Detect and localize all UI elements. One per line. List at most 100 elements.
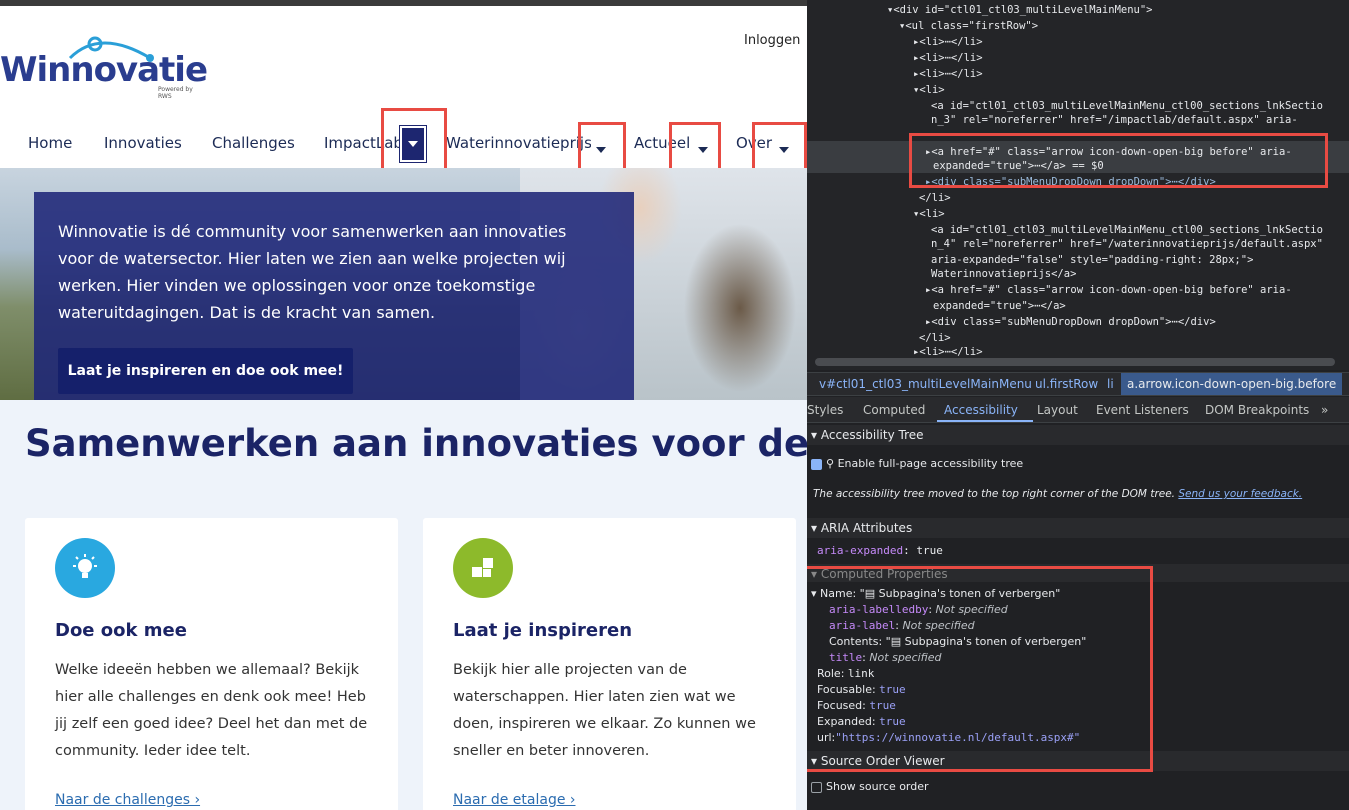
dom-line[interactable]: ▾<ul class="firstRow"> <box>899 18 1038 34</box>
dom-line[interactable]: n_3" rel="noreferrer" href="/impactlab/d… <box>931 112 1298 128</box>
dom-line[interactable]: ▸<div class="subMenuDropDown dropDown">⋯… <box>925 314 1216 330</box>
devtools-panel: ▾<div id="ctl01_ctl03_multiLevelMainMenu… <box>807 0 1349 810</box>
dom-line[interactable]: expanded="true">⋯</a> <box>933 298 1066 314</box>
nav-waterinnovatieprijs[interactable]: Waterinnovatieprijs <box>446 134 592 152</box>
dom-line[interactable]: ▸<div class="subMenuDropDown dropDown">⋯… <box>925 174 1216 190</box>
breadcrumb-div[interactable]: v#ctl01_ctl03_multiLevelMainMenu <box>819 377 1032 391</box>
dom-line[interactable]: Waterinnovatieprijs</a> <box>931 266 1076 282</box>
nav-actueel[interactable]: Actueel <box>634 134 690 152</box>
logo-wordmark: Winnovatie <box>0 50 208 90</box>
login-link[interactable]: Inloggen <box>744 33 800 48</box>
nav-innovaties[interactable]: Innovaties <box>104 134 182 152</box>
more-tabs-button[interactable]: » <box>1321 403 1328 417</box>
section-accessibility-tree[interactable]: ▾ Accessibility Tree <box>807 425 1349 445</box>
nav-over[interactable]: Over <box>736 134 772 152</box>
feedback-link[interactable]: Send us your feedback. <box>1178 488 1302 500</box>
hero-cta-button[interactable]: Laat je inspireren en doe ook mee! <box>58 348 353 394</box>
main-nav: Home Innovaties Challenges ImpactLab Wat… <box>0 124 807 164</box>
section-title: Accessibility Tree <box>820 428 924 442</box>
dom-line[interactable]: n_4" rel="noreferrer" href="/waterinnova… <box>931 236 1323 252</box>
active-tab-indicator <box>937 420 1033 422</box>
challenges-link[interactable]: Naar de challenges › <box>55 792 200 808</box>
checkbox-unchecked-icon[interactable] <box>811 781 822 793</box>
section-aria-attributes[interactable]: ▾ ARIA Attributes <box>807 518 1349 538</box>
chevron-down-icon <box>698 147 708 153</box>
hero-text: Winnovatie is dé community voor samenwer… <box>58 222 567 322</box>
tab-computed[interactable]: Computed <box>863 403 925 417</box>
show-source-row[interactable]: Show source order <box>811 780 929 793</box>
breadcrumb-ul[interactable]: ul.firstRow <box>1035 377 1098 391</box>
over-dropdown-toggle[interactable] <box>774 140 794 160</box>
enable-tree-row[interactable]: ⚲ Enable full-page accessibility tree <box>811 457 1023 470</box>
nav-impactlab[interactable]: ImpactLab <box>324 134 403 152</box>
prop-value: true <box>869 699 896 712</box>
lightbulb-icon <box>55 538 115 598</box>
focused-row: Focused: true <box>817 699 896 712</box>
card-laat-je-inspireren: Laat je inspireren Bekijk hier alle proj… <box>423 518 796 810</box>
dom-line[interactable]: ▸<li>⋯</li> <box>913 34 983 50</box>
section-source-order[interactable]: ▾ Source Order Viewer <box>807 751 1349 771</box>
horizontal-scrollbar[interactable] <box>815 358 1335 366</box>
logo-subtext: Powered by RWS <box>158 86 193 100</box>
card-title: Doe ook mee <box>55 620 187 641</box>
nav-challenges[interactable]: Challenges <box>212 134 295 152</box>
breadcrumb-li[interactable]: li <box>1107 377 1114 391</box>
puzzle-icon <box>453 538 513 598</box>
section-title: Source Order Viewer <box>820 754 945 768</box>
actueel-dropdown-toggle[interactable] <box>693 140 713 160</box>
section-computed-properties[interactable]: ▾ Computed Properties <box>807 564 1349 582</box>
show-source-label: Show source order <box>826 780 929 793</box>
dom-line[interactable]: ▾<li> <box>913 206 945 222</box>
focusable-row: Focusable: true <box>817 683 906 696</box>
hero-banner: Winnovatie is dé community voor samenwer… <box>0 168 807 400</box>
card-text: Bekijk hier alle projecten van de waters… <box>453 662 756 759</box>
site-header: Winnovatie Powered by RWS Inloggen Home … <box>0 6 807 168</box>
title-row: title: Not specified <box>829 651 942 664</box>
card-title: Laat je inspireren <box>453 620 633 641</box>
dom-line[interactable]: ▸<a href="#" class="arrow icon-down-open… <box>925 282 1292 298</box>
arialabel-row: aria-label: Not specified <box>829 619 975 632</box>
etalage-link[interactable]: Naar de etalage › <box>453 792 576 808</box>
prop-value: "https://winnovatie.nl/default.aspx#" <box>835 731 1081 744</box>
tab-styles[interactable]: Styles <box>807 403 843 417</box>
tab-dom-breakpoints[interactable]: DOM Breakpoints <box>1205 403 1309 417</box>
dom-line[interactable]: ▾<li> <box>913 82 945 98</box>
website-viewport: Winnovatie Powered by RWS Inloggen Home … <box>0 6 807 810</box>
card-doe-ook-mee: Doe ook mee Welke ideeën hebben we allem… <box>25 518 398 810</box>
attr-value: true <box>916 544 943 557</box>
chevron-down-icon <box>596 147 606 153</box>
sidebar-tabs: Styles Computed Accessibility Layout Eve… <box>807 397 1349 423</box>
main-content: Samenwerken aan innovaties voor de w Doe… <box>0 400 807 810</box>
dom-line-selected[interactable]: expanded="true">⋯</a> == $0 <box>933 158 1104 174</box>
waterinnovatieprijs-dropdown-toggle[interactable] <box>591 140 611 160</box>
nav-home[interactable]: Home <box>28 134 72 152</box>
checkbox-checked-icon[interactable] <box>811 458 822 470</box>
chevron-down-icon <box>408 141 418 147</box>
url-row: url:"https://winnovatie.nl/default.aspx#… <box>817 731 1080 744</box>
enable-tree-label: Enable full-page accessibility tree <box>837 457 1024 470</box>
dom-line[interactable]: ▸<li>⋯</li> <box>913 50 983 66</box>
page-headline: Samenwerken aan innovaties voor de w <box>25 422 807 465</box>
logo[interactable]: Winnovatie Powered by RWS <box>0 28 208 103</box>
elements-dom-tree[interactable]: ▾<div id="ctl01_ctl03_multiLevelMainMenu… <box>807 0 1349 370</box>
tab-layout[interactable]: Layout <box>1037 403 1078 417</box>
prop-key: Role: <box>817 667 845 680</box>
moved-note: The accessibility tree moved to the top … <box>813 488 1302 500</box>
prop-key: Expanded: <box>817 715 876 728</box>
tab-event-listeners[interactable]: Event Listeners <box>1096 403 1189 417</box>
prop-key: aria-labelledby <box>829 603 929 616</box>
dom-breadcrumbs: v#ctl01_ctl03_multiLevelMainMenu ul.firs… <box>807 372 1349 396</box>
tab-accessibility[interactable]: Accessibility <box>944 403 1018 417</box>
dom-line[interactable]: ▾<div id="ctl01_ctl03_multiLevelMainMenu… <box>887 2 1153 18</box>
section-title: ARIA Attributes <box>820 521 913 535</box>
dom-line[interactable]: ▸<li>⋯</li> <box>913 66 983 82</box>
impactlab-dropdown-toggle[interactable] <box>399 125 427 163</box>
prop-key: title <box>829 651 863 664</box>
breadcrumb-a[interactable]: a.arrow.icon-down-open-big.before <box>1121 373 1343 395</box>
screenshot: Winnovatie Powered by RWS Inloggen Home … <box>0 0 1349 810</box>
prop-key: url: <box>817 731 836 744</box>
attr-key: aria-expanded <box>817 544 904 557</box>
prop-value: Not specified <box>935 603 1008 616</box>
dom-line[interactable]: </li> <box>919 190 951 206</box>
moved-note-text: The accessibility tree moved to the top … <box>813 488 1176 500</box>
